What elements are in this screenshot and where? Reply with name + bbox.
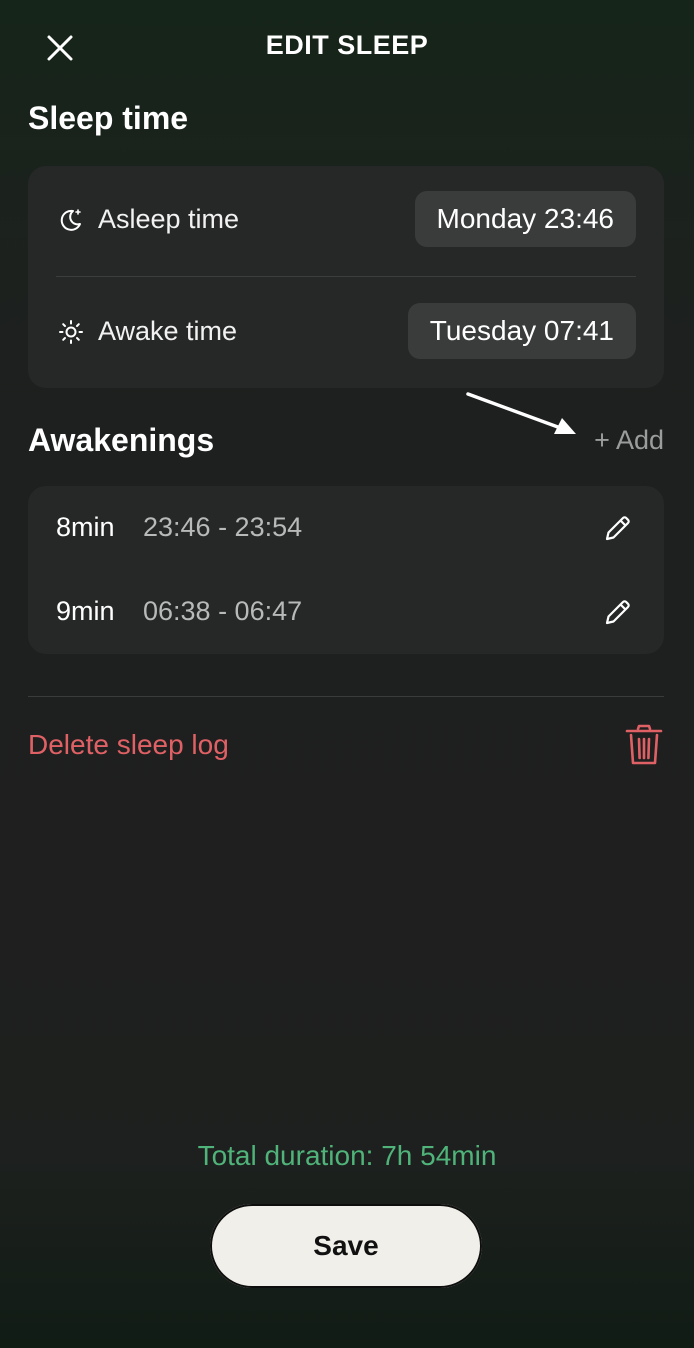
asleep-time-row: Asleep time Monday 23:46 [28,166,664,276]
save-button[interactable]: Save [210,1204,482,1288]
awakenings-title: Awakenings [28,422,215,458]
awake-time-picker[interactable]: Tuesday 07:41 [407,303,636,359]
pencil-icon [605,516,630,541]
row-divider [56,276,636,277]
awakening-duration: 8min [56,512,115,542]
total-duration: Total duration: 7h 54min [197,1140,497,1171]
header: EDIT SLEEP [0,0,694,96]
delete-sleep-log-button[interactable]: Delete sleep log [28,729,229,761]
sleep-time-card: Asleep time Monday 23:46 Awake time Tues… [28,166,664,388]
awakening-range: 06:38 - 06:47 [143,596,303,626]
trash-icon [625,724,663,765]
delete-button[interactable] [624,723,664,767]
asleep-time-picker[interactable]: Monday 23:46 [414,191,636,247]
awakening-range: 23:46 - 23:54 [143,512,303,542]
awake-time-row: Awake time Tuesday 07:41 [28,278,664,388]
page-title: EDIT SLEEP [265,30,429,60]
awake-time-label: Awake time [98,316,238,346]
add-awakening-button[interactable]: + Add [594,425,664,456]
awakenings-card: 8min 23:46 - 23:54 9min 06:38 - 06:47 [28,486,664,654]
list-item: 9min 06:38 - 06:47 [28,570,664,654]
edit-awakening-button[interactable] [602,596,634,628]
arrow-annotation-icon [466,392,576,434]
awakening-duration: 9min [56,596,115,626]
moon-icon [58,207,84,233]
edit-awakening-button[interactable] [602,512,634,544]
asleep-time-label: Asleep time [98,204,240,234]
list-item: 8min 23:46 - 23:54 [28,486,664,570]
sun-icon [58,319,84,345]
section-divider [28,696,664,697]
pencil-icon [605,600,630,625]
sleep-time-title: Sleep time [28,100,189,136]
